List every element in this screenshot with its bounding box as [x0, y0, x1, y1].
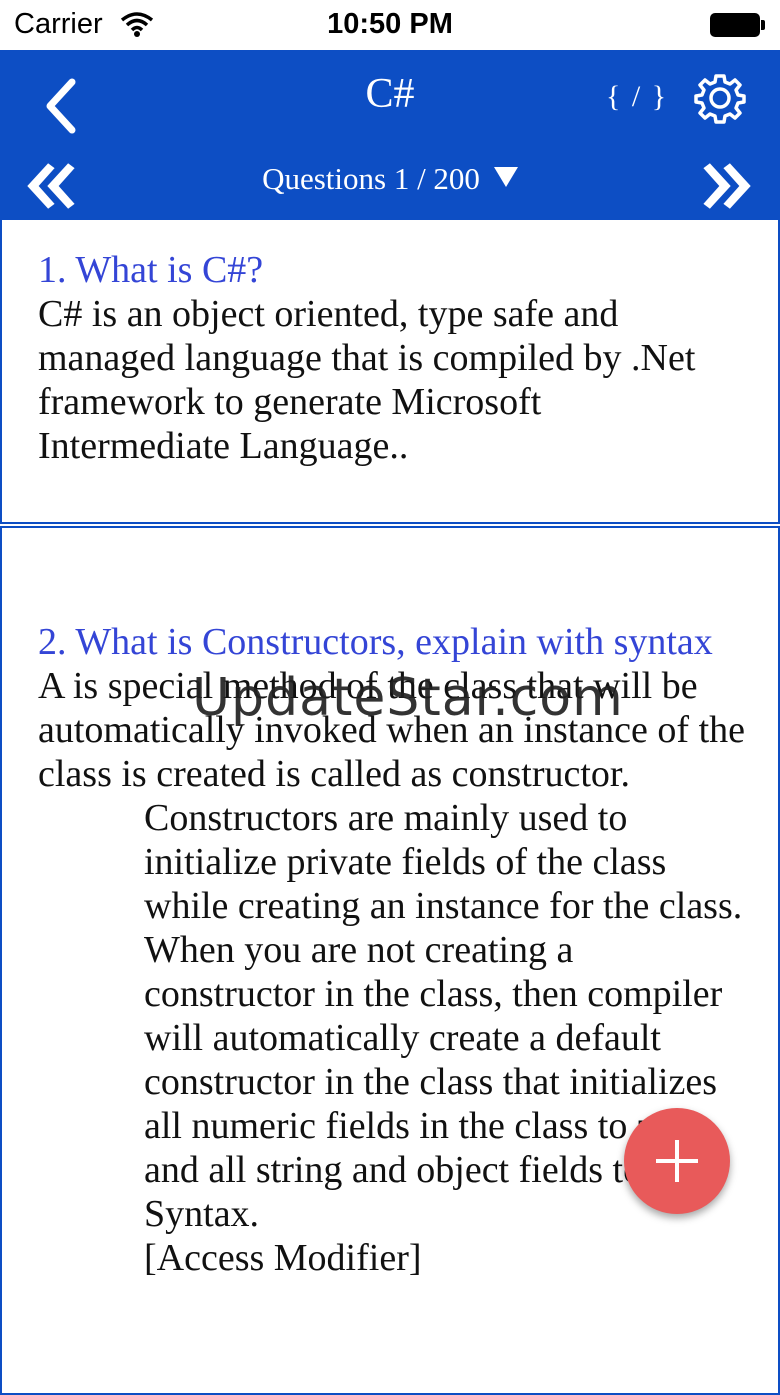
question-card[interactable]: 1. What is C#? C# is an object oriented,… — [0, 220, 780, 524]
watermark: UpdateStar.com — [192, 668, 624, 728]
question-title: 2. What is Constructors, explain with sy… — [38, 621, 713, 663]
question-title: 1. What is C#? — [38, 249, 264, 291]
status-bar: Carrier 10:50 PM — [0, 0, 780, 50]
answer-text: Constructors are mainly used to initiali… — [144, 797, 743, 927]
double-chevron-right-icon[interactable] — [698, 158, 756, 214]
gear-icon[interactable] — [692, 70, 748, 126]
answer-text: [Access Modifier] — [144, 1237, 422, 1279]
code-toggle-button[interactable]: { / } — [606, 80, 668, 114]
status-time: 10:50 PM — [327, 8, 453, 40]
dropdown-caret-icon — [493, 167, 518, 187]
nav-bar: C# { / } Questions 1 / 200 — [0, 50, 780, 220]
question-card[interactable]: 2. What is Constructors, explain with sy… — [0, 526, 780, 1395]
question-counter-label: Questions 1 / 200 — [262, 161, 480, 196]
answer-text: C# is an object oriented, type safe and … — [38, 293, 696, 467]
add-button[interactable] — [624, 1108, 730, 1214]
battery-icon — [710, 13, 766, 37]
question-selector[interactable]: Questions 1 / 200 — [0, 161, 780, 197]
